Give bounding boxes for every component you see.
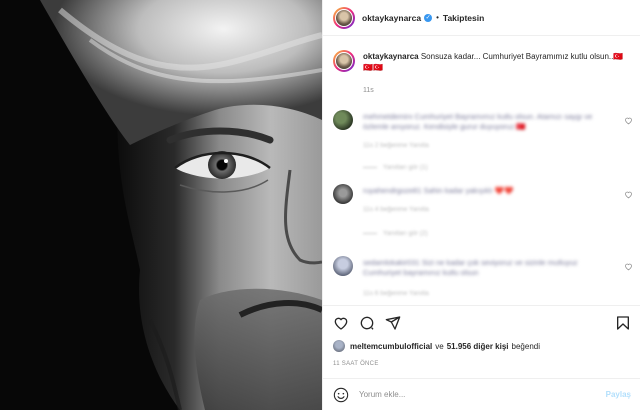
liker-avatar[interactable]: [333, 340, 345, 352]
likes-connector: ve: [435, 341, 444, 351]
comment-like-icon[interactable]: [624, 190, 633, 199]
heart-icon[interactable]: [333, 315, 349, 331]
caption-username[interactable]: oktaykaynarca: [363, 52, 419, 61]
comment-meta-blurred: 11s 6 beğenme Yanıtla: [363, 290, 429, 297]
comment-like-icon[interactable]: [624, 116, 633, 125]
emoji-icon[interactable]: [333, 387, 349, 403]
portrait-image: [0, 0, 322, 410]
comments-list[interactable]: oktaykaynarca Sonsuza kadar... Cumhuriye…: [323, 40, 640, 302]
comment-avatar[interactable]: [333, 256, 353, 276]
post-header: oktaykaynarca ✓ • Takiptesin: [323, 0, 640, 36]
comment-text-blurred: ruyahendrgoze81 Sahin kadar yakışıklı ❤️…: [363, 186, 514, 195]
comment-icon[interactable]: [359, 315, 375, 331]
post-timestamp: 11 SAAT ÖNCE: [333, 361, 379, 367]
comment-text-blurred: sedamlokakir031 Sizi ne kadar çok seviyo…: [363, 258, 578, 277]
view-replies-link[interactable]: Yanıtları gör (1): [363, 164, 428, 171]
post-comment-button[interactable]: Paylaş: [606, 390, 631, 399]
caption-avatar[interactable]: [333, 50, 355, 72]
author-username[interactable]: oktaykaynarca: [362, 13, 421, 23]
comment-input[interactable]: Yorum ekle...: [359, 390, 606, 399]
bookmark-icon[interactable]: [615, 315, 631, 331]
author-avatar[interactable]: [333, 6, 355, 29]
view-replies-link[interactable]: Yanıtları gör (2): [363, 230, 428, 237]
comment-avatar[interactable]: [333, 184, 353, 204]
likes-suffix: beğendi: [511, 341, 541, 351]
comment-like-icon[interactable]: [624, 262, 633, 271]
likes-count[interactable]: 51.956 diğer kişi: [447, 342, 509, 351]
post-detail-panel: oktaykaynarca ✓ • Takiptesin oktaykaynar…: [322, 0, 640, 410]
likes-summary: meltemcumbulofficial ve 51.956 diğer kiş…: [333, 340, 540, 352]
comment-text-blurred: mehmetdemirx Cumhuriyet Bayramımız kutlu…: [363, 112, 593, 131]
share-icon[interactable]: [385, 315, 401, 331]
separator-dot: •: [436, 13, 439, 22]
comment-meta-blurred: 11s 2 beğenme Yanıtla: [363, 142, 429, 149]
verified-badge-icon: ✓: [424, 13, 433, 22]
comment-avatar[interactable]: [333, 110, 353, 130]
action-bar: [323, 305, 640, 339]
follow-status-button[interactable]: Takiptesin: [443, 13, 484, 23]
caption-time: 11s: [363, 87, 374, 94]
caption: oktaykaynarca Sonsuza kadar... Cumhuriye…: [333, 50, 633, 73]
liker-username[interactable]: meltemcumbulofficial: [350, 342, 432, 351]
add-comment-bar: Yorum ekle... Paylaş: [323, 378, 640, 410]
post-photo[interactable]: [0, 0, 322, 410]
comment-meta-blurred: 11s 4 beğenme Yanıtla: [363, 206, 429, 213]
